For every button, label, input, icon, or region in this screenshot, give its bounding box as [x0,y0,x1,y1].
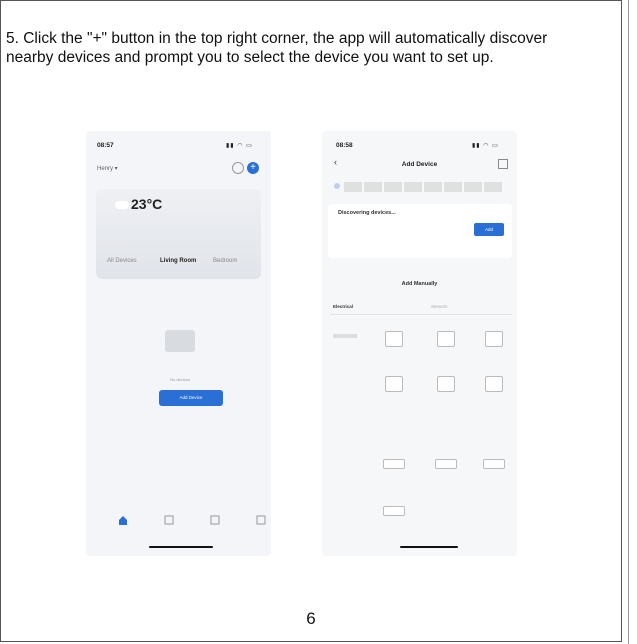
power-strip-icon[interactable] [383,506,405,516]
divider [330,314,512,315]
search-hint-text [344,182,504,192]
nav-home-icon[interactable] [117,513,129,525]
temperature: 23°C [131,196,163,212]
power-strip-icon[interactable] [383,459,405,469]
tab-living-room[interactable]: Living Room [160,258,196,264]
category-label [333,334,373,338]
tab-bedroom[interactable]: Bedroom [213,258,237,264]
socket-icon[interactable] [485,376,503,392]
category-electrical[interactable]: Electrical [333,304,353,309]
socket-icon[interactable] [437,376,455,392]
page-title: Add Device [401,161,438,168]
socket-icon[interactable] [385,376,403,392]
category-sensors[interactable]: Sensors [431,304,448,309]
nav-smart-icon[interactable] [209,513,221,525]
power-strip-icon[interactable] [435,459,457,469]
status-icons: ▮▮ ◠ ▭ [472,143,499,149]
socket-icon[interactable] [485,331,503,347]
instruction-text: 5. Click the "+" button in the top right… [6,30,548,66]
home-selector[interactable]: Henry ▾ [97,165,118,172]
empty-room-illustration [165,330,195,352]
discovering-text: Discovering devices... [338,210,396,216]
status-icons: ▮▮ ◠ ▭ [226,143,253,149]
power-strip-icon[interactable] [483,459,505,469]
status-time: 08:58 [336,142,353,149]
add-device-button[interactable]: Add Device [159,390,223,406]
add-button[interactable]: Add [474,223,504,236]
assistant-icon[interactable] [232,162,244,174]
bluetooth-icon [334,183,340,189]
page-margin-line [628,0,629,644]
tab-all-devices[interactable]: All Devices [107,258,137,264]
socket-icon[interactable] [437,331,455,347]
home-name: Henry [97,166,114,172]
status-time: 08:57 [97,142,114,149]
page-number: 6 [306,609,316,628]
add-plus-icon[interactable]: + [247,162,259,174]
home-indicator [400,546,458,548]
add-manually-heading: Add Manually [401,281,438,287]
socket-icon[interactable] [385,331,403,347]
nav-scene-icon[interactable] [163,513,175,525]
home-indicator [149,546,213,548]
cloud-icon [115,201,129,209]
no-devices-text: No devices [170,377,190,382]
scan-icon[interactable] [498,159,508,169]
nav-me-icon[interactable] [255,513,267,525]
